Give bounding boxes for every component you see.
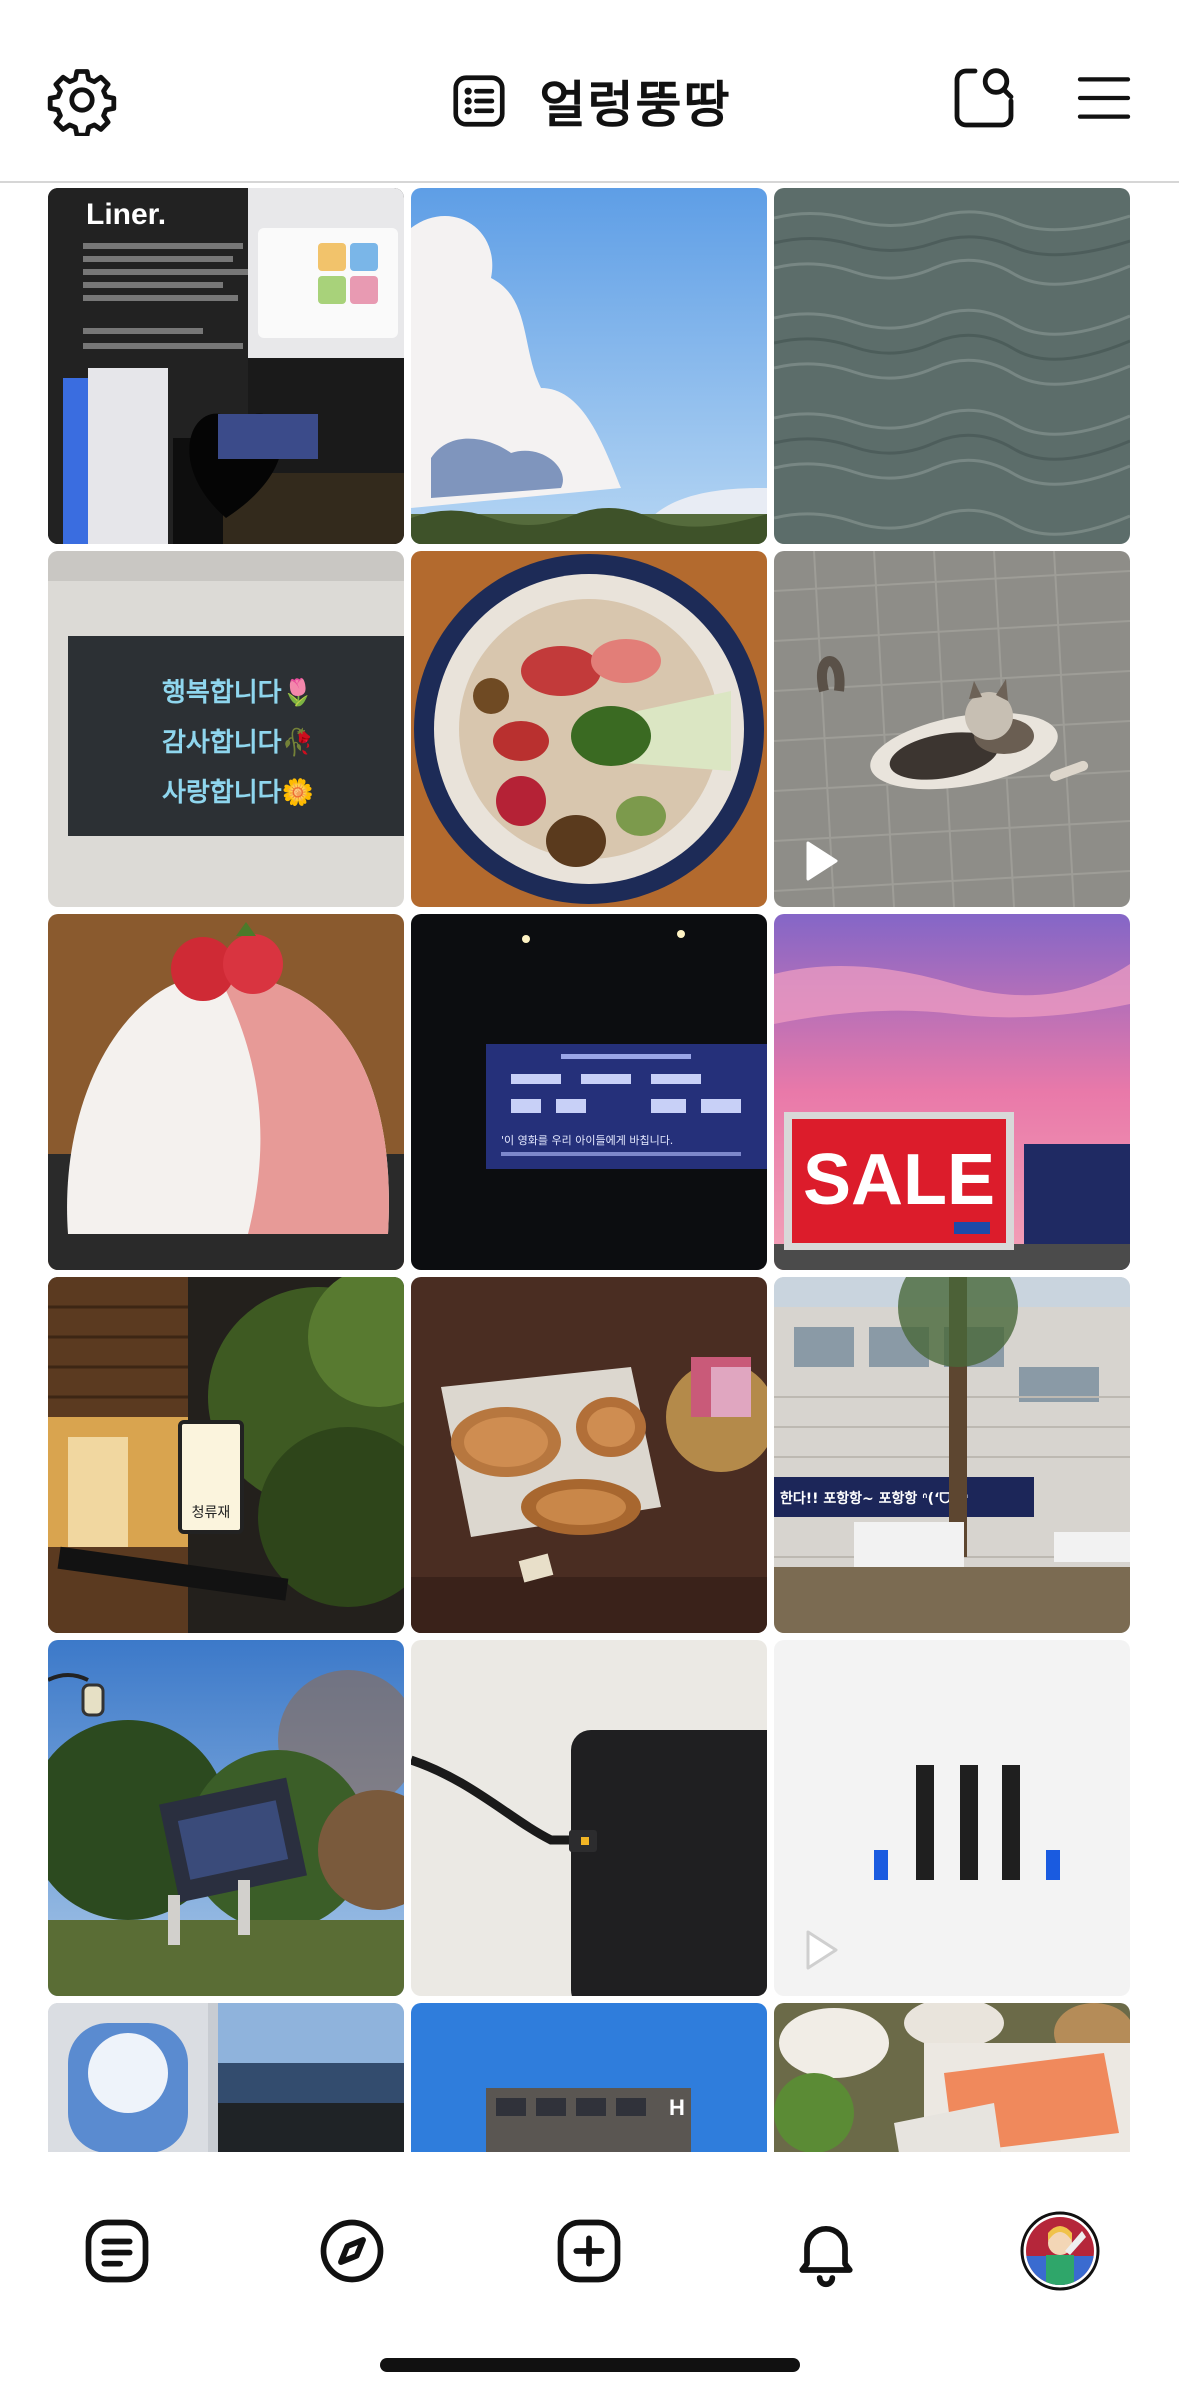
tab-create[interactable]	[544, 2206, 634, 2296]
grid-item-strawberry-bingsu[interactable]	[48, 914, 404, 1270]
grid-item-park-signboard[interactable]	[48, 1640, 404, 1996]
tab-feed[interactable]	[72, 2206, 162, 2296]
grid-item-building-banner[interactable]: 한다!! 포항항~ 포항항 ᐢ(‘ᗜ’)ᐢ	[774, 1277, 1130, 1633]
grid-item-movie-screen[interactable]: '이 영화를 우리 아이들에게 바칩니다.	[411, 914, 767, 1270]
movie-screen-text: '이 영화를 우리 아이들에게 바칩니다.	[501, 1134, 673, 1147]
feed-icon	[85, 2219, 149, 2283]
tab-explore[interactable]	[307, 2206, 397, 2296]
grid-item-salmon-sashimi[interactable]	[774, 2003, 1130, 2152]
home-indicator	[380, 2358, 800, 2372]
bell-icon	[799, 2226, 853, 2288]
grid-item-sky-clouds[interactable]	[411, 188, 767, 544]
grid-item-cafe-sign[interactable]: 청류재	[48, 1277, 404, 1633]
grid-item-airplane-window[interactable]	[48, 2003, 404, 2152]
message-line-2: 감사합니다🥀	[162, 726, 314, 758]
cafe-sign-text: 청류재	[192, 1505, 231, 1521]
message-line-3: 사랑합니다🌼	[162, 777, 314, 808]
grid-item-laptop-cable[interactable]	[411, 1640, 767, 1996]
video-play-icon	[806, 841, 838, 881]
list-icon	[452, 75, 505, 127]
svg-text:H: H	[669, 2095, 685, 2120]
photo-grid: Liner. 행복합니다🌷 감사합니다🥀 사랑합니다🌼 '이 영화를 우리 아이…	[48, 188, 1131, 2152]
plus-square-icon	[557, 2219, 621, 2283]
grid-item-sunset-sale[interactable]: SALE	[774, 914, 1130, 1270]
grid-item-wooden-plates[interactable]	[411, 1277, 767, 1633]
tab-notifications[interactable]	[781, 2206, 871, 2296]
grid-item-liner-screenshot[interactable]: Liner.	[48, 188, 404, 544]
top-bar: 얼렁뚱땅	[0, 0, 1179, 183]
page-title: 얼렁뚱땅	[539, 76, 732, 134]
compass-icon	[320, 2219, 384, 2283]
grid-item-water-surface[interactable]	[774, 188, 1130, 544]
hamburger-menu-icon[interactable]	[1072, 66, 1136, 130]
sale-sign-text: SALE	[803, 1140, 995, 1220]
grid-item-cats-on-pavement[interactable]	[774, 551, 1130, 907]
card-search-icon[interactable]	[948, 62, 1020, 134]
grid-item-sashimi-plate[interactable]	[411, 551, 767, 907]
grid-item-screen-message[interactable]: 행복합니다🌷 감사합니다🥀 사랑합니다🌼	[48, 551, 404, 907]
avatar	[1020, 2211, 1100, 2291]
grid-item-bars-logo[interactable]	[774, 1640, 1130, 1996]
tab-profile[interactable]	[1015, 2206, 1105, 2296]
banner-text: 한다!! 포항항~ 포항항 ᐢ(‘ᗜ’)ᐢ	[780, 1490, 968, 1507]
video-play-icon	[806, 1930, 838, 1970]
liner-logo-text: Liner.	[86, 198, 166, 231]
grid-item-building-blue-sky[interactable]: H	[411, 2003, 767, 2152]
message-line-1: 행복합니다🌷	[162, 677, 314, 708]
